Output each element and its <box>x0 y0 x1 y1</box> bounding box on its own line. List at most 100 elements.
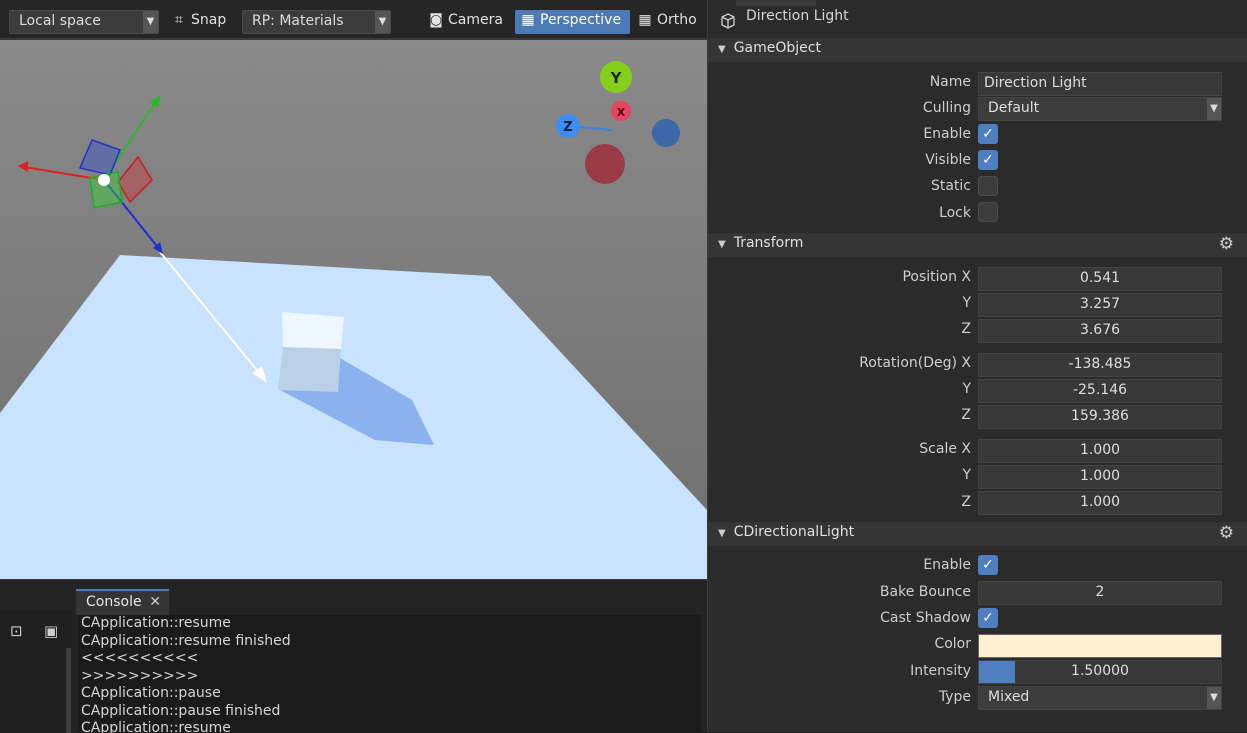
log-line: <<<<<<<<<< <box>81 650 199 666</box>
log-line: CApplication::pause <box>81 685 221 701</box>
perspective-label: Perspective <box>540 12 622 28</box>
chevron-down-icon: ▼ <box>375 11 390 33</box>
gameobject-header: GameObject <box>733 40 821 56</box>
bake-bounce-field[interactable]: 2 <box>978 581 1222 605</box>
color-label: Color <box>934 636 971 652</box>
light-enable-label: Enable <box>923 557 971 573</box>
collapse-triangle-icon: ▼ <box>718 44 726 55</box>
axis-neg-x-handle[interactable] <box>585 144 625 184</box>
position-y-field[interactable]: 3.257 <box>978 293 1222 317</box>
ortho-grid-icon: ▦ <box>638 12 652 28</box>
axis-z-label: Z <box>563 120 572 135</box>
scale-y-label: Y <box>962 467 971 483</box>
light-enable-checkbox[interactable]: ✓ <box>978 555 998 575</box>
cast-shadow-checkbox[interactable]: ✓ <box>978 608 998 628</box>
console-scrollbar[interactable] <box>66 648 71 733</box>
scene-viewport[interactable]: Y X Z <box>0 40 707 579</box>
scale-x-field[interactable]: 1.000 <box>978 439 1222 463</box>
position-x-label: Position X <box>902 269 971 285</box>
gear-icon[interactable]: ⚙ <box>1219 234 1234 254</box>
cube-icon <box>720 13 736 33</box>
enable-label: Enable <box>923 126 971 142</box>
lock-label: Lock <box>939 205 971 221</box>
cube-object[interactable] <box>278 312 344 392</box>
tab-console[interactable]: Console ✕ <box>76 589 169 615</box>
space-select-value: Local space <box>19 13 101 29</box>
rotation-z-label: Z <box>961 407 971 423</box>
collapse-triangle-icon: ▼ <box>718 239 726 250</box>
window-icon[interactable]: ▣ <box>44 622 58 640</box>
log-line: CApplication::resume <box>81 720 231 733</box>
scale-z-field[interactable]: 1.000 <box>978 491 1222 515</box>
camera-icon: ◙ <box>429 12 443 28</box>
rotation-z-field[interactable]: 159.386 <box>978 405 1222 429</box>
collapse-triangle-icon: ▼ <box>718 528 726 539</box>
inspector-tab[interactable] <box>736 0 816 6</box>
culling-label: Culling <box>922 100 971 116</box>
viewport-toolbar: Local space ▼ ⌗ Snap RP: Materials ▼ ◙ Cam… <box>0 0 707 40</box>
position-z-field[interactable]: 3.676 <box>978 319 1222 343</box>
render-pipeline-select[interactable]: RP: Materials ▼ <box>242 10 391 34</box>
position-x-field[interactable]: 0.541 <box>978 267 1222 291</box>
ortho-button[interactable]: ▦ Ortho <box>632 10 703 34</box>
enable-checkbox[interactable]: ✓ <box>978 124 998 144</box>
lock-checkbox[interactable] <box>978 202 998 222</box>
console-side-toolbar: ⊡ ▣ <box>0 610 72 733</box>
scale-y-field[interactable]: 1.000 <box>978 465 1222 489</box>
inspector-title: Direction Light <box>708 8 1247 36</box>
log-line: CApplication::resume finished <box>81 632 291 649</box>
transform-header: Transform <box>733 235 804 251</box>
log-line: >>>>>>>>>> <box>81 667 199 684</box>
bake-bounce-label: Bake Bounce <box>879 584 971 600</box>
close-icon[interactable]: ✕ <box>149 594 161 610</box>
position-y-label: Y <box>962 295 971 311</box>
snap-toggle[interactable]: ⌗ Snap <box>166 10 232 34</box>
static-label: Static <box>930 178 971 194</box>
rotation-x-field[interactable]: -138.485 <box>978 353 1222 377</box>
name-label: Name <box>929 74 971 90</box>
perspective-grid-icon: ▦ <box>521 12 535 28</box>
type-select[interactable]: Mixed ▼ <box>978 686 1222 710</box>
log-line: CApplication::pause finished <box>81 702 281 719</box>
render-pipeline-value: RP: Materials <box>252 13 344 29</box>
rotation-y-field[interactable]: -25.146 <box>978 379 1222 403</box>
intensity-slider[interactable]: 1.50000 <box>978 660 1222 684</box>
unlock-icon[interactable]: ⊡ <box>10 622 23 640</box>
object-title: Direction Light <box>746 8 849 24</box>
light-header: CDirectionalLight <box>733 524 855 540</box>
snap-label: Snap <box>191 12 227 28</box>
culling-value: Default <box>988 100 1040 116</box>
chevron-down-icon: ▼ <box>143 11 158 33</box>
axis-x-label: X <box>617 106 626 119</box>
scale-z-label: Z <box>961 494 971 510</box>
console-panel: ⊡ ▣ Console ✕ CApplication::resume CAppl… <box>0 579 707 733</box>
intensity-label: Intensity <box>910 663 971 679</box>
static-checkbox[interactable] <box>978 176 998 196</box>
console-log: CApplication::resume CApplication::resum… <box>78 615 701 733</box>
type-label: Type <box>938 689 971 705</box>
rotation-y-label: Y <box>962 381 971 397</box>
type-value: Mixed <box>988 689 1030 705</box>
cast-shadow-label: Cast Shadow <box>880 610 971 626</box>
ortho-label: Ortho <box>657 12 697 28</box>
culling-select[interactable]: Default ▼ <box>978 97 1222 121</box>
camera-button[interactable]: ◙ Camera <box>423 10 509 34</box>
intensity-value: 1.50000 <box>1071 663 1129 679</box>
name-field[interactable]: Direction Light <box>978 72 1222 96</box>
color-swatch[interactable] <box>978 634 1222 658</box>
scale-x-label: Scale X <box>919 441 971 457</box>
log-line: CApplication::resume <box>81 615 231 631</box>
chevron-down-icon: ▼ <box>1207 98 1221 120</box>
scene-canvas: Y X Z <box>0 40 707 579</box>
visible-checkbox[interactable]: ✓ <box>978 150 998 170</box>
axis-neg-z-handle[interactable] <box>652 119 680 147</box>
camera-label: Camera <box>448 12 503 28</box>
gear-icon[interactable]: ⚙ <box>1219 523 1234 543</box>
gameobject-section-header[interactable]: ▼ GameObject <box>708 38 1247 62</box>
light-section-header[interactable]: ▼ CDirectionalLight ⚙ <box>708 522 1247 546</box>
visible-label: Visible <box>925 152 971 168</box>
snap-grid-icon: ⌗ <box>175 12 183 28</box>
transform-section-header[interactable]: ▼ Transform ⚙ <box>708 233 1247 257</box>
space-select[interactable]: Local space ▼ <box>9 10 159 34</box>
perspective-button[interactable]: ▦ Perspective <box>515 10 630 34</box>
